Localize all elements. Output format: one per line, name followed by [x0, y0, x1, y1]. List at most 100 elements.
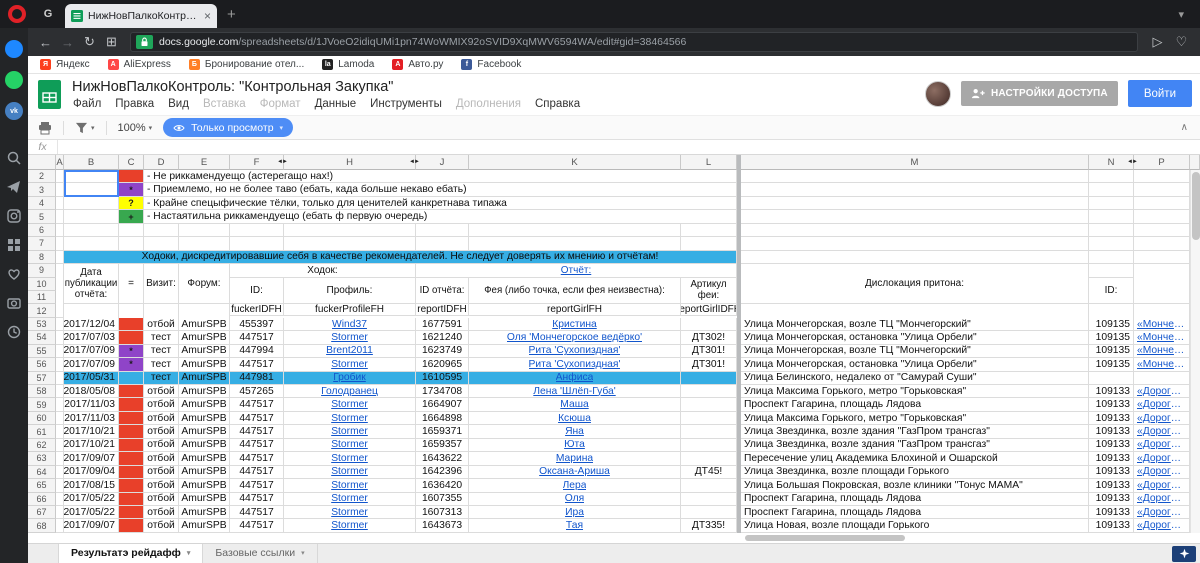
collapse-toolbar-icon[interactable]: ∧: [1181, 122, 1188, 133]
profile-link[interactable]: Stormer: [331, 507, 368, 518]
sheet-tab[interactable]: Базовые ссылки▾: [203, 544, 317, 563]
bookmark-item[interactable]: ББронирование отел...: [189, 59, 304, 70]
cell-topic-id[interactable]: 109133: [1089, 452, 1134, 465]
cell-forum[interactable]: AmurSPB: [179, 439, 230, 452]
girl-link[interactable]: Юта: [564, 439, 585, 450]
cell-fucker-id[interactable]: 447517: [230, 425, 284, 438]
cell-report-id[interactable]: 1607313: [416, 506, 469, 519]
topic-link[interactable]: «Дорогие ми: [1137, 480, 1186, 491]
cell-topic[interactable]: «Дорогие ми: [1134, 519, 1190, 532]
cell[interactable]: [179, 224, 230, 237]
new-tab-button[interactable]: +: [227, 6, 236, 23]
cell[interactable]: [1089, 183, 1134, 196]
girl-link[interactable]: Оксана-Ариша: [539, 466, 610, 477]
cell-legend[interactable]: [119, 372, 144, 385]
row-number[interactable]: 10: [28, 278, 56, 291]
girl-link[interactable]: Яна: [565, 426, 584, 437]
horizontal-scrollbar[interactable]: [28, 533, 1200, 543]
cell-profile[interactable]: Stormer: [284, 398, 416, 411]
cell[interactable]: [56, 506, 64, 519]
cell-legend[interactable]: *: [119, 358, 144, 371]
girl-link[interactable]: Анфиса: [556, 372, 594, 383]
row-number[interactable]: 11: [28, 291, 56, 304]
cell-visit[interactable]: отбой: [144, 439, 179, 452]
cell-visit[interactable]: отбой: [144, 425, 179, 438]
browser-tab[interactable]: НижНовПалкоКонтроль ×: [65, 4, 217, 28]
cell-visit[interactable]: тест: [144, 372, 179, 385]
cell-profile[interactable]: Wind37: [284, 318, 416, 331]
cell-date[interactable]: 2017/11/03: [64, 412, 119, 425]
cell-date[interactable]: 2017/10/21: [64, 425, 119, 438]
cell-fucker-id[interactable]: 447981: [230, 372, 284, 385]
cell-date[interactable]: 2017/07/09: [64, 345, 119, 358]
cell-topic-id[interactable]: 109135: [1089, 358, 1134, 371]
cell[interactable]: [119, 224, 144, 237]
profile-link[interactable]: Голодранец: [321, 386, 378, 397]
row-number[interactable]: 68: [28, 519, 56, 532]
column-header-E[interactable]: E: [179, 155, 230, 170]
topic-link[interactable]: «Дорогие ми: [1137, 493, 1186, 504]
cell[interactable]: [681, 237, 737, 250]
cell-topic-id[interactable]: 109133: [1089, 439, 1134, 452]
cell-profile[interactable]: Голодранец: [284, 385, 416, 398]
cell[interactable]: [1089, 170, 1134, 183]
cell-topic[interactable]: «Дорогие ми: [1134, 479, 1190, 492]
cell-report-id[interactable]: 1642396: [416, 466, 469, 479]
topic-link[interactable]: «Дорогие ми: [1137, 399, 1186, 410]
cell-topic-id[interactable]: 109133: [1089, 493, 1134, 506]
cell[interactable]: [56, 519, 64, 532]
cell-report-id[interactable]: 1734708: [416, 385, 469, 398]
cell[interactable]: [64, 183, 119, 196]
cell-topic[interactable]: «Дорогие ми: [1134, 466, 1190, 479]
cell[interactable]: [56, 452, 64, 465]
cell-forum[interactable]: AmurSPB: [179, 385, 230, 398]
cell[interactable]: [1134, 170, 1190, 183]
cell-fucker-id[interactable]: 447517: [230, 519, 284, 532]
cell-fucker-id[interactable]: 447517: [230, 412, 284, 425]
legend-swatch[interactable]: +: [119, 210, 144, 223]
cell[interactable]: [56, 197, 64, 210]
cell[interactable]: [56, 318, 64, 331]
cell-visit[interactable]: отбой: [144, 412, 179, 425]
cell-profile[interactable]: Stormer: [284, 439, 416, 452]
bookmark-item[interactable]: AAliExpress: [108, 59, 171, 70]
cell-girl[interactable]: Оксана-Ариша: [469, 466, 681, 479]
cell-girl[interactable]: Оля 'Мончегорское ведёрко': [469, 331, 681, 344]
cell-fucker-id[interactable]: 447517: [230, 331, 284, 344]
cell[interactable]: [64, 237, 119, 250]
cell-girl[interactable]: Лена 'Шлёп-Губа': [469, 385, 681, 398]
cell-legend[interactable]: [119, 412, 144, 425]
cell[interactable]: [56, 224, 64, 237]
cell-girl-id[interactable]: [681, 385, 737, 398]
cell-girl[interactable]: Марина: [469, 452, 681, 465]
column-header-H[interactable]: H◄►: [284, 155, 416, 170]
cell-visit[interactable]: отбой: [144, 398, 179, 411]
cell-topic[interactable]: «Дорогие ми: [1134, 412, 1190, 425]
cell-girl[interactable]: Кристина: [469, 318, 681, 331]
profile-link[interactable]: Stormer: [331, 359, 368, 370]
cell-topic[interactable]: «Дорогие ми: [1134, 506, 1190, 519]
cell-topic-id[interactable]: 109133: [1089, 506, 1134, 519]
cell-report-id[interactable]: 1659357: [416, 439, 469, 452]
row-number[interactable]: 55: [28, 345, 56, 358]
cell[interactable]: [230, 224, 284, 237]
girl-link[interactable]: Оля 'Мончегорское ведёрко': [507, 332, 642, 343]
cell-address[interactable]: Улица Большая Покровская, возле клиники …: [741, 479, 1089, 492]
cell-address[interactable]: Улица Звездинка, возле площади Горького: [741, 466, 1089, 479]
cell-girl[interactable]: Юта: [469, 439, 681, 452]
cell-address[interactable]: Улица Максима Горького, метро "Горьковск…: [741, 385, 1089, 398]
topic-link[interactable]: «Дорогие ми: [1137, 466, 1186, 477]
cell[interactable]: [741, 237, 1089, 250]
cell[interactable]: [56, 493, 64, 506]
cell[interactable]: [56, 183, 64, 196]
cell-address[interactable]: Проспект Гагарина, площадь Лядова: [741, 493, 1089, 506]
profile-link[interactable]: Stormer: [331, 466, 368, 477]
cell[interactable]: [56, 439, 64, 452]
topic-link[interactable]: «Дорогие ми: [1137, 453, 1186, 464]
cell-legend[interactable]: [119, 331, 144, 344]
zoom-control[interactable]: 100%▾: [118, 122, 153, 134]
cell[interactable]: [119, 237, 144, 250]
cell[interactable]: [1089, 251, 1134, 264]
cell-report-id[interactable]: 1643673: [416, 519, 469, 532]
row-number[interactable]: 2: [28, 170, 56, 183]
